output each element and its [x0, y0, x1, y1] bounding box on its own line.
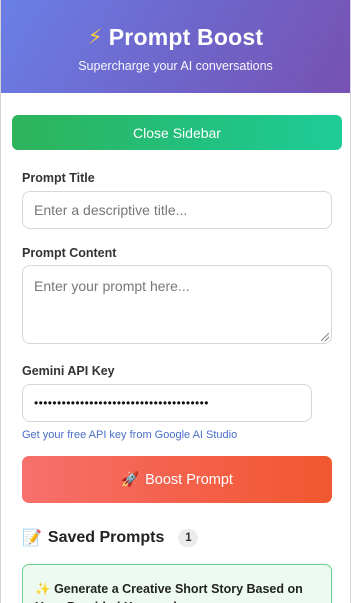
prompt-title-label: Prompt Title	[22, 171, 95, 185]
api-key-input[interactable]: ••••••••••••••••••••••••••••••••••••••	[22, 384, 312, 422]
resize-handle-icon[interactable]	[321, 333, 329, 341]
close-sidebar-button[interactable]: Close Sidebar	[12, 115, 342, 150]
sidebar-panel: ⚡ Prompt Boost Supercharge your AI conve…	[0, 0, 351, 603]
prompt-content-textarea[interactable]: Enter your prompt here...	[22, 265, 332, 344]
prompt-title-placeholder: Enter a descriptive title...	[34, 202, 188, 218]
sidebar-header: ⚡ Prompt Boost Supercharge your AI conve…	[1, 0, 350, 93]
lightning-bolt-icon: ⚡	[87, 25, 103, 49]
boost-prompt-button[interactable]: 🚀 Boost Prompt	[22, 456, 332, 503]
saved-prompt-card[interactable]: ✨ Generate a Creative Short Story Based …	[22, 564, 332, 603]
app-title: ⚡ Prompt Boost	[1, 22, 350, 52]
app-title-text: Prompt Boost	[108, 23, 264, 50]
saved-prompts-title: Saved Prompts	[47, 529, 165, 546]
api-key-label: Gemini API Key	[22, 364, 115, 378]
saved-prompt-title: Generate a Creative Short Story Based on…	[35, 582, 303, 603]
prompt-content-placeholder: Enter your prompt here...	[34, 278, 190, 294]
saved-prompts-heading: 📝 Saved Prompts 1	[22, 527, 199, 549]
prompt-title-input[interactable]: Enter a descriptive title...	[22, 191, 332, 229]
prompt-content-label: Prompt Content	[22, 246, 117, 260]
boost-prompt-label: Boost Prompt	[145, 471, 233, 488]
api-key-link[interactable]: Get your free API key from Google AI Stu…	[22, 429, 237, 441]
app-subtitle: Supercharge your AI conversations	[78, 59, 273, 73]
saved-count-badge: 1	[178, 529, 199, 547]
api-key-value: ••••••••••••••••••••••••••••••••••••••	[34, 396, 209, 410]
rocket-icon: 🚀	[121, 472, 140, 488]
memo-icon: 📝	[22, 530, 42, 547]
sparkles-icon: ✨	[35, 582, 51, 596]
